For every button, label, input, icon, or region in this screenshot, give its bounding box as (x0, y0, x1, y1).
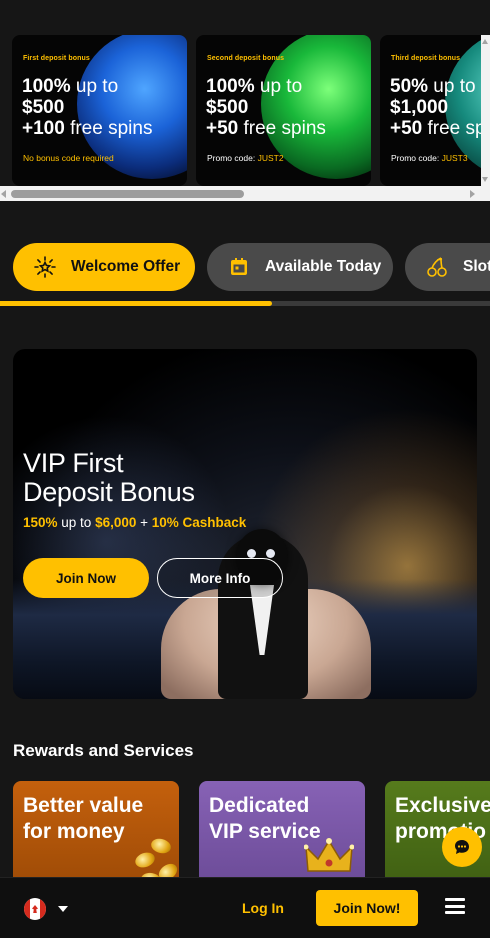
promo-code: JUST3 (441, 153, 468, 163)
progress-fill (0, 301, 272, 306)
promo-footnote: Promo code: JUST3 (391, 153, 468, 163)
promo-code: JUST2 (257, 153, 284, 163)
category-pills: Welcome Offer Available Today Slots (0, 243, 490, 291)
horizontal-scrollbar[interactable] (0, 186, 490, 201)
promo-card-second-deposit[interactable]: Second deposit bonus 100% up to $500 +50… (196, 35, 371, 186)
promo-amount: 100% up to $500 +100 free spins (22, 76, 153, 139)
join-now-button[interactable]: Join Now (23, 558, 149, 598)
reward-card-label: Better value for money (23, 794, 144, 843)
category-welcome-offer[interactable]: Welcome Offer (13, 243, 195, 291)
promo-footnote: Promo code: JUST2 (207, 153, 284, 163)
log-in-link[interactable]: Log In (242, 900, 284, 916)
coin-icon (133, 850, 157, 870)
promo-amount: 50% up to $1,000 +50 free sp (390, 76, 486, 139)
scroll-up-arrow-icon[interactable] (482, 39, 488, 44)
scrollbar-thumb[interactable] (11, 190, 244, 198)
crown-icon (304, 838, 354, 872)
promo-tag: Third deposit bonus (391, 55, 461, 62)
promo-tag: Second deposit bonus (207, 55, 285, 62)
bottom-navigation-bar: Log In Join Now! (0, 877, 490, 938)
promo-carousel[interactable]: First deposit bonus 100% up to $500 +100… (0, 0, 490, 201)
vip-bonus-banner[interactable]: VIP First Deposit Bonus 150% up to $6,000… (13, 349, 477, 699)
category-available-today[interactable]: Available Today (207, 243, 393, 291)
promo-amount: 100% up to $500 +50 free spins (206, 76, 326, 139)
reward-card-vip-service[interactable]: Dedicated VIP service (199, 781, 365, 891)
cherries-icon (425, 255, 449, 279)
category-scroll-progress (0, 301, 490, 306)
scroll-left-arrow-icon[interactable] (1, 190, 6, 198)
chat-button[interactable] (442, 827, 482, 867)
category-slots[interactable]: Slots (405, 243, 490, 291)
chevron-down-icon[interactable] (58, 906, 68, 912)
rewards-section-title: Rewards and Services (13, 741, 194, 760)
mascot-eye (247, 549, 256, 558)
reward-card-better-value[interactable]: Better value for money (13, 781, 179, 891)
scroll-right-arrow-icon[interactable] (470, 190, 475, 198)
join-now-header-button[interactable]: Join Now! (316, 890, 418, 926)
sparkle-sun-icon (33, 255, 57, 279)
more-info-button[interactable]: More Info (157, 558, 283, 598)
promo-card-first-deposit[interactable]: First deposit bonus 100% up to $500 +100… (12, 35, 187, 186)
promo-card-third-deposit[interactable]: Third deposit bonus 50% up to $1,000 +50… (380, 35, 490, 186)
hamburger-menu-icon[interactable] (445, 898, 465, 914)
category-label: Welcome Offer (71, 258, 181, 275)
category-label: Available Today (265, 258, 382, 275)
promo-footnote: No bonus code required (23, 153, 114, 163)
mascot-eye (266, 549, 275, 558)
canada-flag-icon[interactable] (24, 898, 46, 920)
scroll-down-arrow-icon[interactable] (482, 177, 488, 182)
vertical-scrollbar[interactable] (481, 35, 490, 186)
promo-tag: First deposit bonus (23, 55, 90, 62)
chat-bubble-icon (455, 840, 469, 854)
category-label: Slots (463, 258, 490, 275)
banner-title: VIP First Deposit Bonus (23, 448, 195, 507)
banner-offer: 150% up to $6,000 + 10% Cashback (23, 515, 247, 530)
calendar-icon (227, 255, 251, 279)
